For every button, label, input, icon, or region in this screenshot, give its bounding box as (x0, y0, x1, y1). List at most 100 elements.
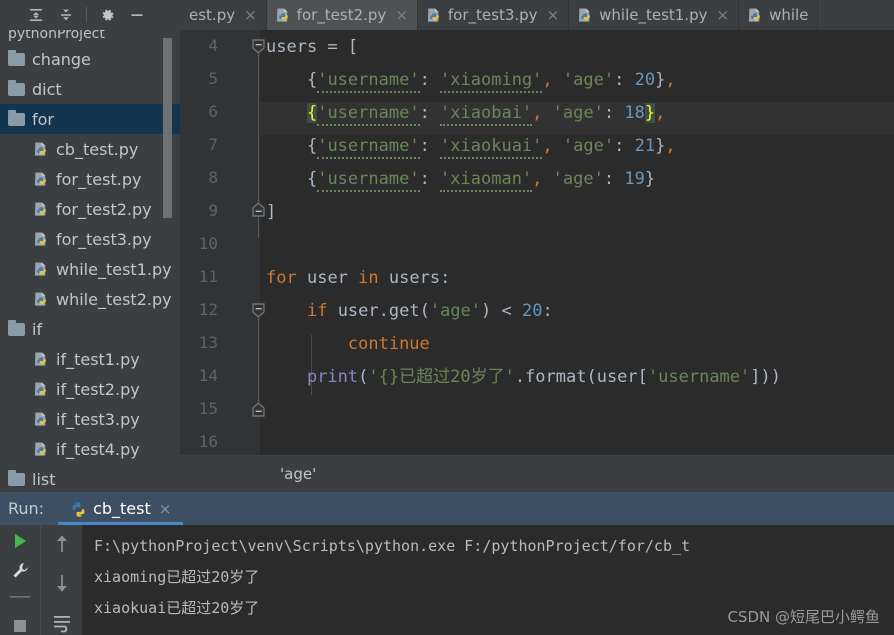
sidebar-scrollbar[interactable] (163, 38, 172, 218)
tree-item-label: while_test2.py (56, 289, 172, 309)
close-icon[interactable]: × (547, 6, 560, 24)
line-number: 12 (198, 300, 218, 319)
tree-folder-for[interactable]: for (0, 104, 180, 134)
token-colon: : (614, 136, 635, 156)
token-key-username: 'username' (317, 103, 420, 126)
tab-while-test2-py[interactable]: while (739, 0, 819, 30)
tree-file-while-test2-py[interactable]: while_test2.py (0, 284, 180, 314)
project-toolbar (0, 0, 180, 30)
editor-gutter[interactable]: 4 5 6 7 8 9 10 11 12 13 14 15 16 (180, 30, 260, 455)
token-close-paren: ) (481, 301, 492, 321)
token-method-format: .format( (514, 367, 597, 387)
token-lbracket: [ (347, 37, 359, 57)
tree-file-for-test-py[interactable]: for_test.py (0, 164, 180, 194)
project-tree-panel[interactable]: pythonProject change dict for cb_test.py… (0, 30, 180, 492)
soft-wrap-icon[interactable] (49, 610, 75, 635)
tree-folder-dict[interactable]: dict (0, 74, 180, 104)
code-line-5: {'username': 'xiaoming', 'age': 20}, (266, 64, 676, 97)
line-number: 15 (198, 399, 218, 418)
token-comma: , (532, 103, 543, 123)
run-tab-cb-test[interactable]: cb_test × (58, 492, 184, 525)
run-window-label: Run: (8, 499, 45, 518)
token-num-18: 18 (624, 103, 645, 123)
tree-item-label: cb_test.py (56, 139, 139, 159)
arrow-up-icon[interactable] (49, 531, 75, 556)
token-lbrace-highlighted: { (306, 103, 318, 123)
tree-file-for-test2-py[interactable]: for_test2.py (0, 194, 180, 224)
close-icon[interactable]: × (717, 6, 730, 24)
token-colon: : (603, 103, 625, 123)
tree-item-label: for_test3.py (56, 229, 152, 249)
token-num-20: 20 (521, 301, 543, 321)
code-text-area[interactable]: users = [ {'username': 'xiaoming', 'age'… (260, 30, 894, 455)
minimize-icon[interactable] (123, 3, 151, 27)
tree-file-for-test3-py[interactable]: for_test3.py (0, 224, 180, 254)
tree-folder-change[interactable]: change (0, 44, 180, 74)
python-file-icon (34, 141, 49, 157)
tree-item-label: for (32, 109, 54, 129)
tab-for-test3-py[interactable]: for_test3.py × (418, 0, 570, 30)
token-key-age: 'age' (562, 70, 615, 90)
token-var-user: user (596, 367, 638, 387)
tree-item-label: list (32, 469, 56, 489)
rerun-icon[interactable] (7, 531, 33, 551)
code-line-14: print('{}已超过20岁了'.format(user['username'… (306, 367, 781, 387)
line-number: 6 (208, 102, 218, 121)
tree-file-if-test1-py[interactable]: if_test1.py (0, 344, 180, 374)
python-run-config-icon (70, 501, 85, 517)
expand-all-icon[interactable] (22, 3, 50, 27)
python-file-icon (748, 7, 763, 23)
folder-icon (8, 49, 25, 66)
python-file-icon (34, 261, 49, 277)
line-number: 16 (198, 432, 218, 451)
gear-icon[interactable] (93, 3, 121, 27)
token-var-user: user (306, 268, 348, 288)
line-number: 10 (198, 234, 218, 253)
tab-est-py[interactable]: est.py × (180, 0, 267, 30)
token-kw-in: in (358, 268, 379, 288)
code-line-11: for user in users: (266, 262, 450, 295)
close-icon[interactable]: × (395, 6, 408, 24)
project-tree: change dict for cb_test.py for_test.py f… (0, 44, 180, 492)
tab-while-test1-py[interactable]: while_test1.py × (569, 0, 740, 30)
token-rbrace: } (644, 169, 656, 189)
token-comma: , (655, 103, 666, 123)
token-lbrace: { (306, 169, 318, 189)
token-equals: = (317, 37, 348, 57)
token-colon: : (419, 169, 441, 189)
token-format-string: '{}已超过20岁了' (368, 367, 515, 387)
run-left-toolbar (0, 525, 40, 635)
tab-label: for_test2.py (296, 6, 387, 24)
tree-item-label: if_test3.py (56, 409, 140, 429)
tree-folder-if[interactable]: if (0, 314, 180, 344)
breadcrumb[interactable]: 'age' (180, 455, 894, 492)
wrench-icon[interactable] (7, 561, 33, 580)
tab-for-test2-py[interactable]: for_test2.py × (266, 0, 418, 30)
collapse-all-icon[interactable] (52, 3, 80, 27)
code-line-13: continue (266, 328, 430, 361)
tree-file-if-test3-py[interactable]: if_test3.py (0, 404, 180, 434)
token-comma: , (532, 169, 543, 189)
close-icon[interactable]: × (159, 500, 172, 518)
token-kw-if: if (306, 301, 328, 321)
code-editor[interactable]: 4 5 6 7 8 9 10 11 12 13 14 15 16 users =… (180, 30, 894, 455)
line-number: 4 (208, 36, 218, 55)
line-number: 13 (198, 333, 218, 352)
tree-folder-list[interactable]: list (0, 464, 180, 492)
tree-file-while-test1-py[interactable]: while_test1.py (0, 254, 180, 284)
token-num-20: 20 (634, 70, 656, 90)
arrow-down-icon[interactable] (49, 570, 75, 595)
token-value-xiaokuai: 'xiaokuai' (440, 136, 543, 159)
tree-item-label: if_test2.py (56, 379, 140, 399)
line-number: 5 (208, 69, 218, 88)
project-root-label[interactable]: pythonProject (0, 30, 180, 44)
close-icon[interactable]: × (244, 6, 257, 24)
tree-file-if-test4-py[interactable]: if_test4.py (0, 434, 180, 464)
tree-file-cb-test-py[interactable]: cb_test.py (0, 134, 180, 164)
stop-icon[interactable] (7, 617, 33, 635)
tree-file-if-test2-py[interactable]: if_test2.py (0, 374, 180, 404)
token-rbrace: } (655, 70, 666, 90)
token-comma: , (665, 70, 676, 90)
